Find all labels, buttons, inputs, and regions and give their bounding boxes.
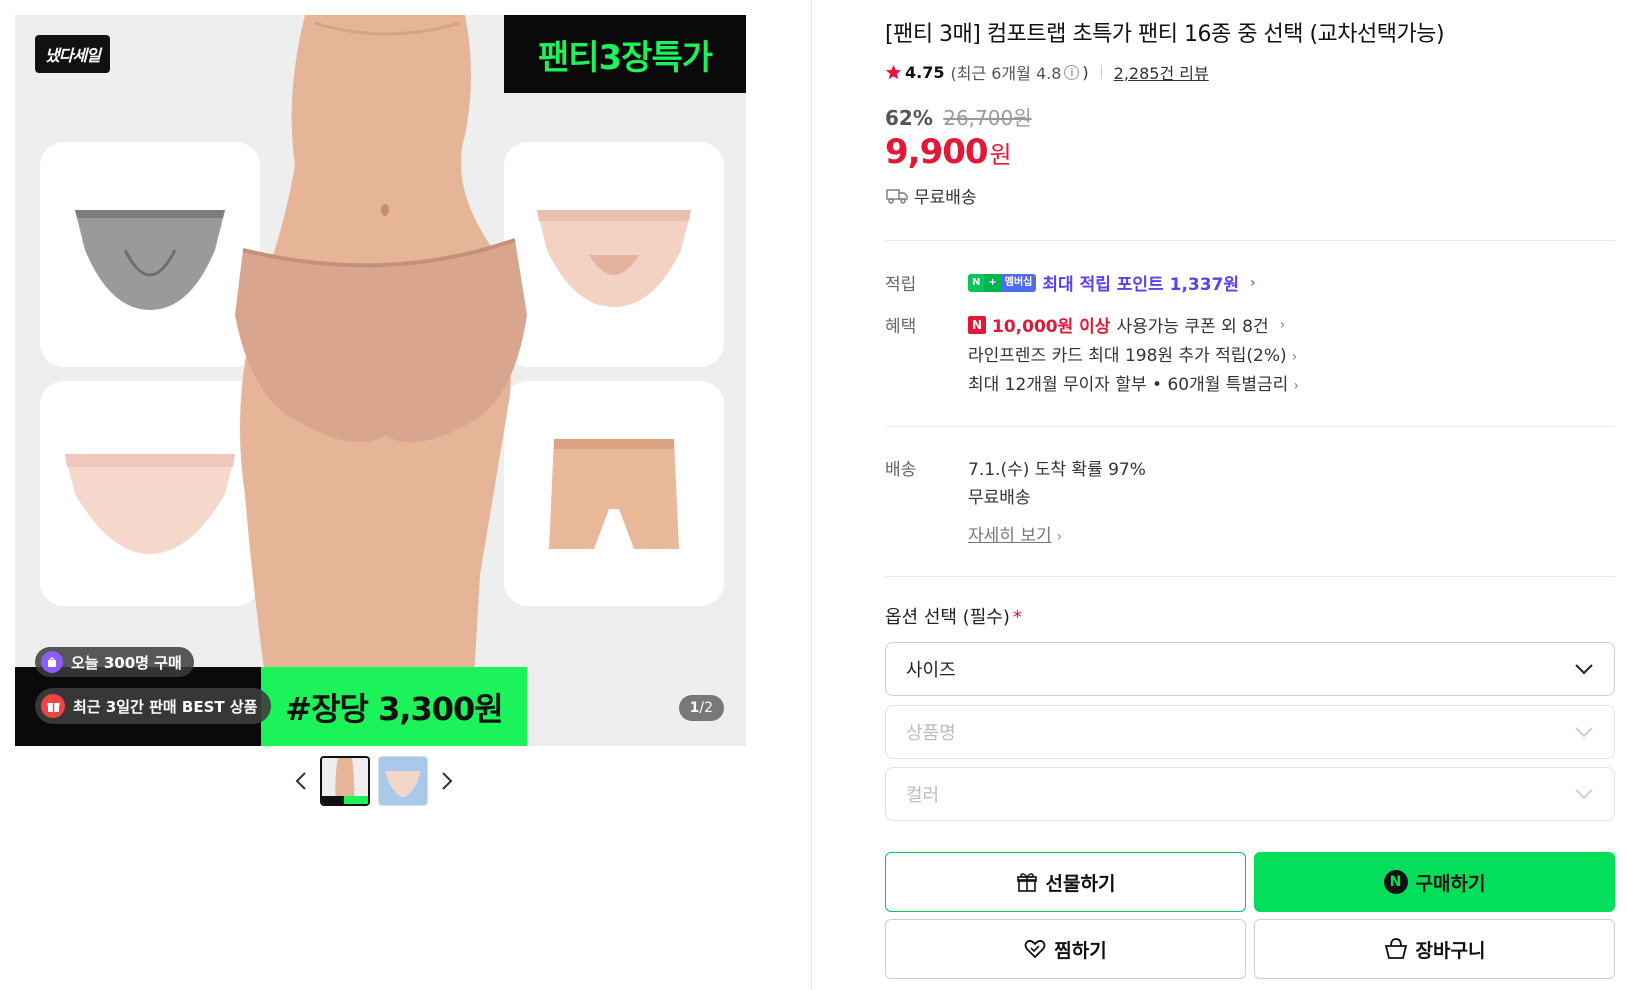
installment-text: 최대 12개월 무이자 할부 • 60개월 특별금리	[968, 375, 1289, 395]
bag-icon	[41, 651, 63, 673]
product-image[interactable]: 냈다세일 팬티3장특가 #장당 3,300원 오늘 300명 구매 최근 3일간…	[15, 15, 746, 746]
rating-recent-close: )	[1082, 62, 1089, 82]
buy-button-label: 구매하기	[1415, 872, 1486, 895]
vertical-divider	[811, 0, 812, 990]
original-price: 26,700원	[943, 106, 1032, 130]
option-label-text: 옵션 선택 (필수)	[885, 607, 1010, 628]
rating-recent: (최근 6개월 4.8	[950, 64, 1062, 83]
chevron-right-icon	[442, 772, 453, 790]
chevron-left-icon	[295, 772, 306, 790]
cart-button-label: 장바구니	[1415, 939, 1486, 962]
chevron-right-icon: ›	[1056, 529, 1063, 545]
size-select[interactable]: 사이즈	[885, 642, 1615, 696]
price-value: 9,900	[885, 132, 989, 172]
discount-row: 62% 26,700원	[885, 102, 1032, 131]
pager-total: /2	[699, 700, 713, 716]
wishlist-button-label: 찜하기	[1054, 939, 1107, 962]
points-row[interactable]: N + 멤버십 최대 적립 포인트 1,337원 ›	[968, 270, 1256, 295]
shipping-row: 무료배송	[886, 183, 977, 208]
sale-price: 9,900원	[885, 132, 1012, 172]
coupon-threshold: 10,000원 이상	[992, 317, 1111, 337]
chevron-down-icon	[1575, 789, 1593, 800]
today-purchase-text: 오늘 300명 구매	[71, 653, 182, 672]
gift-icon	[41, 694, 65, 718]
sale-logo: 냈다세일	[35, 35, 110, 73]
product-name-select-value: 상품명	[906, 723, 956, 744]
best-seller-badge: 최근 3일간 판매 BEST 상품	[35, 688, 272, 724]
nplus-plus: +	[984, 273, 1001, 292]
divider	[885, 426, 1615, 427]
prev-image-button[interactable]	[290, 761, 312, 801]
buy-button[interactable]: N 구매하기	[1254, 852, 1615, 912]
coupon-row[interactable]: N 10,000원 이상 사용가능 쿠폰 외 8건 ›	[968, 312, 1285, 337]
divider	[885, 240, 1615, 241]
naver-n-icon: N	[968, 315, 986, 334]
rating-separator	[1100, 65, 1102, 79]
cart-button[interactable]: 장바구니	[1254, 919, 1615, 979]
rating-score: 4.75	[905, 62, 945, 82]
nplus-n: N	[968, 273, 985, 292]
color-select[interactable]: 컬러	[885, 767, 1615, 821]
pager-current: 1	[689, 700, 700, 716]
rating-row: 4.75 (최근 6개월 4.8 i ) 2,285건 리뷰	[885, 60, 1209, 84]
wishlist-button[interactable]: 찜하기	[885, 919, 1246, 979]
chevron-right-icon: ›	[1250, 274, 1256, 291]
heart-icon	[1024, 939, 1046, 959]
chevron-right-icon: ›	[1291, 349, 1298, 365]
product-name-select[interactable]: 상품명	[885, 705, 1615, 759]
banner-price: #장당 3,300원	[261, 667, 527, 746]
naver-plus-membership-icon: N + 멤버십	[968, 273, 1037, 292]
nplus-membership: 멤버십	[1000, 273, 1037, 292]
detail-link-text: 자세히 보기	[968, 526, 1052, 546]
image-pager: 1/2	[678, 695, 724, 721]
gift-button-label: 선물하기	[1045, 872, 1116, 895]
required-mark: *	[1012, 607, 1022, 628]
installment-row[interactable]: 최대 12개월 무이자 할부 • 60개월 특별금리 ›	[968, 370, 1299, 395]
truck-icon	[886, 188, 908, 204]
divider	[885, 576, 1615, 577]
size-select-value: 사이즈	[906, 660, 956, 681]
gift-icon	[1016, 873, 1037, 892]
chevron-down-icon	[1575, 664, 1593, 675]
shopping-bag-icon	[1384, 938, 1407, 959]
next-image-button[interactable]	[436, 761, 458, 801]
star-icon	[885, 64, 902, 79]
discount-rate: 62%	[885, 106, 933, 130]
option-label: 옵션 선택 (필수) *	[885, 603, 1022, 629]
delivery-fee: 무료배송	[968, 488, 1031, 508]
thumbnail-2[interactable]	[378, 756, 428, 806]
chevron-down-icon	[1575, 727, 1593, 738]
product-title: [팬티 3매] 컴포트랩 초특가 팬티 16종 중 선택 (교차선택가능)	[885, 22, 1445, 47]
shipping-text: 무료배송	[914, 188, 977, 208]
review-count-link[interactable]: 2,285건 리뷰	[1114, 60, 1209, 84]
product-page: 냈다세일 팬티3장특가 #장당 3,300원 오늘 300명 구매 최근 3일간…	[0, 0, 1627, 990]
promo-tag: 팬티3장특가	[504, 15, 746, 93]
card-benefit-text: 라인프렌즈 카드 최대 198원 추가 적립(2%)	[968, 346, 1287, 366]
delivery-arrival: 7.1.(수) 도착 확률 97%	[968, 460, 1146, 480]
info-icon[interactable]: i	[1064, 64, 1080, 80]
thumbnail-nav	[290, 756, 458, 806]
chevron-right-icon: ›	[1279, 316, 1286, 333]
max-points-text[interactable]: 최대 적립 포인트 1,337원	[1042, 270, 1239, 295]
model-figure	[235, 15, 527, 746]
gift-button[interactable]: 선물하기	[885, 852, 1246, 912]
coupon-text: 사용가능 쿠폰 외 8건	[1116, 317, 1269, 337]
thumbnail-1[interactable]	[320, 756, 370, 806]
naver-pay-icon: N	[1383, 870, 1408, 894]
points-label: 적립	[885, 275, 917, 295]
best-seller-text: 최근 3일간 판매 BEST 상품	[73, 697, 258, 716]
color-select-value: 컬러	[906, 785, 940, 806]
card-benefit-row[interactable]: 라인프렌즈 카드 최대 198원 추가 적립(2%) ›	[968, 341, 1297, 366]
benefit-label: 혜택	[885, 317, 917, 337]
today-purchase-badge: 오늘 300명 구매	[35, 647, 194, 677]
delivery-label: 배송	[885, 460, 917, 480]
chevron-right-icon: ›	[1293, 378, 1299, 394]
price-unit: 원	[989, 141, 1012, 169]
delivery-detail-link[interactable]: 자세히 보기 ›	[968, 521, 1062, 546]
